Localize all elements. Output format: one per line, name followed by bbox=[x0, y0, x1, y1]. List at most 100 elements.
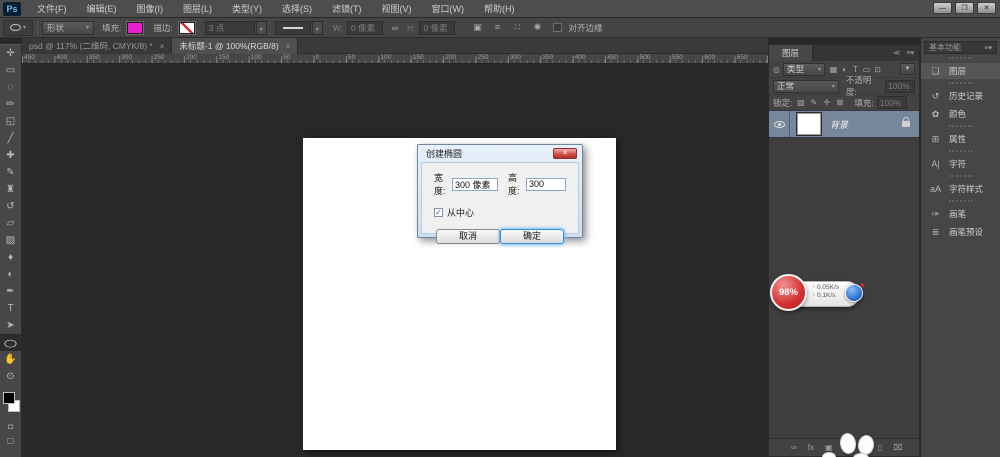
document-tab-psd-document[interactable]: psd @ 117% (二维码, CMYK/8) * × bbox=[22, 38, 172, 54]
tool-blur[interactable]: ♦ bbox=[0, 249, 21, 266]
menu-edit[interactable]: 编辑(E) bbox=[77, 0, 127, 18]
stroke-color-swatch[interactable] bbox=[179, 22, 195, 34]
panel-menu-icon[interactable]: ≡▾ bbox=[906, 49, 914, 57]
dock-panel-properties[interactable]: ⊞ 属性 bbox=[921, 131, 1000, 147]
fill-color-swatch[interactable] bbox=[127, 22, 143, 34]
tab-close-icon[interactable]: × bbox=[160, 42, 165, 51]
align-edges-checkbox[interactable] bbox=[553, 23, 562, 32]
shape-height-field[interactable]: 0 像素 bbox=[419, 21, 455, 35]
icon-filter-adjustment-layers[interactable]: ◐ bbox=[839, 65, 850, 74]
icon-path-alignment[interactable]: ≡ bbox=[489, 22, 505, 33]
icon-filter-shape-layers[interactable]: ▭ bbox=[861, 65, 872, 74]
collapse-panel-icon[interactable]: ≪ bbox=[893, 49, 900, 57]
dock-panel-brush[interactable]: ✑ 画笔 bbox=[921, 206, 1000, 222]
icon-new-layer[interactable]: ▯ bbox=[878, 443, 882, 452]
icon-filter-type-layers[interactable]: T bbox=[850, 65, 861, 74]
dock-panel-color[interactable]: ✿ 颜色 bbox=[921, 106, 1000, 122]
ellipse-width-input[interactable] bbox=[452, 178, 498, 191]
stroke-width-dropdown[interactable]: ▾ bbox=[256, 21, 267, 35]
dock-panel-history[interactable]: ↺ 历史记录 bbox=[921, 88, 1000, 104]
menu-window[interactable]: 窗口(W) bbox=[422, 0, 475, 18]
ok-button[interactable]: 确定 bbox=[500, 229, 564, 244]
stroke-type-picker[interactable] bbox=[275, 21, 311, 35]
tool-eyedropper[interactable]: ╱ bbox=[0, 130, 21, 147]
menu-layer[interactable]: 图层(L) bbox=[173, 0, 222, 18]
dock-panel-character-styles[interactable]: aA 字符样式 bbox=[921, 181, 1000, 197]
tool-history-brush[interactable]: ↺ bbox=[0, 198, 21, 215]
tool-healing-brush[interactable]: ✚ bbox=[0, 147, 21, 164]
fill-opacity-field[interactable]: 100% bbox=[877, 96, 907, 109]
tool-dodge[interactable]: ◐ bbox=[0, 266, 21, 283]
menu-image[interactable]: 图像(I) bbox=[127, 0, 174, 18]
menu-help[interactable]: 帮助(H) bbox=[474, 0, 525, 18]
tool-pen[interactable]: ✒ bbox=[0, 283, 21, 300]
document-tab-untitled-document[interactable]: 未标题-1 @ 100%(RGB/8) × bbox=[172, 38, 298, 54]
stroke-width-field[interactable]: 3 点 bbox=[205, 21, 255, 35]
width-label: W: bbox=[333, 23, 343, 33]
assistant-ball-button[interactable]: ♥ bbox=[845, 284, 863, 302]
from-center-checkbox[interactable]: ✓ bbox=[434, 208, 443, 217]
menu-file[interactable]: 文件(F) bbox=[27, 0, 77, 18]
quick-mask-button[interactable]: ◘ bbox=[0, 419, 21, 433]
tool-path-selection[interactable]: ➤ bbox=[0, 317, 21, 334]
icon-path-arrangement[interactable]: ∷ bbox=[509, 22, 525, 33]
icon-delete-layer[interactable]: ⌧ bbox=[893, 443, 902, 452]
icon-path-operations[interactable]: ▣ bbox=[469, 22, 485, 33]
icon-lock-position[interactable]: ✛ bbox=[821, 98, 832, 107]
tool-hand[interactable]: ✋ bbox=[0, 351, 21, 368]
window-control-close[interactable]: ✕ bbox=[977, 2, 996, 14]
layer-row-background[interactable]: 背景 bbox=[769, 111, 919, 138]
dock-panel-character[interactable]: A| 字符 bbox=[921, 156, 1000, 172]
window-control-minimize[interactable]: — bbox=[933, 2, 952, 14]
layers-panel-tab[interactable]: 图层 bbox=[769, 45, 813, 61]
menu-view[interactable]: 视图(V) bbox=[372, 0, 422, 18]
stroke-type-dropdown[interactable]: ▾ bbox=[312, 21, 323, 35]
icon-link-layers[interactable]: ∞ bbox=[791, 443, 797, 452]
menu-select[interactable]: 选择(S) bbox=[272, 0, 322, 18]
optimization-badge[interactable]: 98% bbox=[770, 274, 807, 311]
blend-mode-select[interactable]: 正常 ▾ bbox=[773, 80, 839, 93]
icon-filter-smart-objects[interactable]: ⊡ bbox=[872, 65, 883, 74]
link-dimensions-icon[interactable]: ∞ bbox=[387, 23, 403, 33]
tool-clone-stamp[interactable]: ♜ bbox=[0, 181, 21, 198]
layer-thumbnail[interactable] bbox=[797, 113, 821, 135]
cancel-button[interactable]: 取消 bbox=[436, 229, 500, 244]
icon-layer-mask[interactable]: ▣ bbox=[825, 443, 833, 452]
tab-close-icon[interactable]: × bbox=[286, 42, 291, 51]
tool-gradient[interactable]: ▨ bbox=[0, 232, 21, 249]
tool-eraser[interactable]: ▱ bbox=[0, 215, 21, 232]
icon-filter-pixel-layers[interactable]: ▦ bbox=[828, 65, 839, 74]
filter-toggle-button[interactable]: ▼ bbox=[900, 63, 915, 75]
menu-filter[interactable]: 滤镜(T) bbox=[322, 0, 372, 18]
icon-lock-image-pixels[interactable]: ✎ bbox=[808, 98, 819, 107]
tool-quick-selection[interactable]: ✏ bbox=[0, 96, 21, 113]
shape-width-field[interactable]: 0 像素 bbox=[347, 21, 383, 35]
icon-lock-transparent-pixels[interactable]: ▨ bbox=[795, 98, 806, 107]
window-control-restore[interactable]: ❐ bbox=[955, 2, 974, 14]
tool-type[interactable]: T bbox=[0, 300, 21, 317]
tool-brush[interactable]: ✎ bbox=[0, 164, 21, 181]
tool-zoom[interactable]: ⊙ bbox=[0, 368, 21, 385]
dialog-close-button[interactable]: ✕ bbox=[553, 148, 577, 159]
tool-move[interactable]: ✛ bbox=[0, 45, 21, 62]
tool-preset-picker[interactable]: ▾ bbox=[3, 20, 33, 36]
panel-label: 字符 bbox=[949, 158, 966, 170]
icon-gear[interactable]: ✺ bbox=[529, 22, 545, 33]
workspace-switcher[interactable]: 基本功能 ≡▾ bbox=[924, 41, 997, 54]
menu-type[interactable]: 类型(Y) bbox=[222, 0, 272, 18]
tool-lasso[interactable]: ◌ bbox=[0, 79, 21, 96]
tool-mode-select[interactable]: 形状 ▾ bbox=[42, 21, 94, 35]
visibility-toggle[interactable] bbox=[769, 111, 790, 138]
filter-kind-select[interactable]: 类型 ▾ bbox=[783, 63, 825, 76]
foreground-color-swatch[interactable] bbox=[3, 392, 15, 404]
icon-layer-style[interactable]: fx bbox=[808, 443, 814, 452]
dock-panel-brush-presets[interactable]: ≣ 画笔预设 bbox=[921, 224, 1000, 240]
tool-ellipse[interactable]: ◯ bbox=[0, 334, 21, 351]
screen-mode-button[interactable]: ▢ bbox=[0, 433, 21, 447]
opacity-field[interactable]: 100% bbox=[885, 80, 915, 93]
icon-lock-all[interactable]: ⊠ bbox=[834, 98, 845, 107]
ellipse-height-input[interactable] bbox=[526, 178, 566, 191]
tool-marquee[interactable]: ▭ bbox=[0, 62, 21, 79]
dock-panel-layers[interactable]: ❏ 图层 bbox=[921, 63, 1000, 79]
tool-crop[interactable]: ◱ bbox=[0, 113, 21, 130]
